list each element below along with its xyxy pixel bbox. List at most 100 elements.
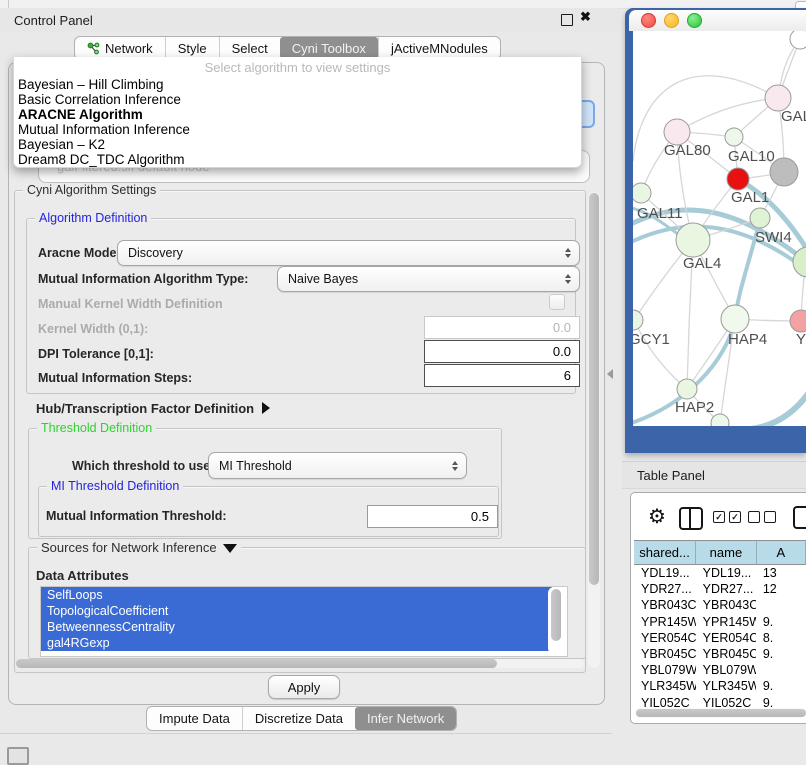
tab-network[interactable]: Network <box>75 37 165 59</box>
network-node[interactable] <box>750 208 770 228</box>
network-node-label: GAL <box>781 108 806 125</box>
control-panel-titlebar: Control Panel <box>0 8 620 32</box>
table-cell: 13 <box>756 565 806 581</box>
network-node[interactable] <box>633 310 643 330</box>
bottom-tabstrip: Impute DataDiscretize DataInfer Network <box>146 706 457 731</box>
sources-group-title[interactable]: Sources for Network Inference <box>37 540 241 555</box>
table-cell: 9. <box>756 678 806 694</box>
manual-kernel-checkbox[interactable] <box>549 294 565 310</box>
network-node[interactable] <box>790 31 806 49</box>
data-attribute-item[interactable]: TopologicalCoefficient <box>41 603 552 619</box>
mi-threshold-field[interactable]: 0.5 <box>367 505 498 528</box>
algorithm-dropdown: Select algorithm to view settings Bayesi… <box>13 57 582 168</box>
select-all-checkbox-icon[interactable]: ✓ <box>713 511 725 523</box>
mi-algorithm-combo[interactable]: Naive Bayes <box>277 266 580 292</box>
table-row[interactable]: YER054CYER054C8. <box>634 630 806 646</box>
dpi-tolerance-field[interactable]: 0.0 <box>424 340 580 363</box>
table-cell: 8. <box>756 630 806 646</box>
apply-button[interactable]: Apply <box>268 675 340 699</box>
aracne-mode-combo[interactable]: Discovery <box>117 240 580 266</box>
table-row[interactable]: YBR045CYBR045C9. <box>634 646 806 662</box>
network-node[interactable] <box>721 305 749 333</box>
mi-algorithm-value: Naive Bayes <box>288 272 358 286</box>
column-header[interactable]: A <box>757 540 806 565</box>
table-cell: YBR043C <box>696 597 756 613</box>
data-attribute-item[interactable]: gal4RGexp <box>41 635 552 651</box>
deselect-all-checkbox-icon[interactable] <box>764 511 776 523</box>
network-canvas[interactable]: GALGAL80GAL10GAL1GAL11SWI4GAL4GCY1HAP4YH… <box>633 31 806 426</box>
network-node[interactable] <box>725 128 743 146</box>
network-window-titlebar[interactable] <box>629 10 806 31</box>
minimize-traffic-light-icon[interactable] <box>664 13 679 28</box>
data-attribute-item[interactable]: SelfLoops <box>41 587 552 603</box>
column-header[interactable]: name <box>696 540 757 565</box>
network-node[interactable] <box>633 183 651 203</box>
hub-definition-toggle[interactable]: Hub/Transcription Factor Definition <box>36 401 270 416</box>
network-node[interactable] <box>676 223 710 257</box>
tab-jactivemnodules[interactable]: jActiveMNodules <box>378 37 500 59</box>
algorithm-option[interactable]: Bayesian – K2 <box>14 137 581 152</box>
settings-vscrollbar-thumb[interactable] <box>589 193 599 585</box>
table-cell: YBR045C <box>634 646 696 662</box>
table-row[interactable]: YPR145WYPR145W9. <box>634 614 806 630</box>
select-all-checkbox-icon[interactable]: ✓ <box>729 511 741 523</box>
table-cell: YDL19... <box>696 565 756 581</box>
bottom-tab-impute-data[interactable]: Impute Data <box>147 707 242 730</box>
deselect-all-checkbox-icon[interactable] <box>748 511 760 523</box>
network-edge <box>677 98 778 132</box>
tab-select[interactable]: Select <box>219 37 280 59</box>
network-node-label: HAP4 <box>728 331 767 348</box>
table-header-row: shared...nameA <box>634 540 806 565</box>
sources-group-label: Sources for Network Inference <box>41 540 217 555</box>
which-threshold-combo[interactable]: MI Threshold <box>208 452 467 479</box>
table-row[interactable]: YIL052CYIL052C9. <box>634 695 806 709</box>
float-panel-icon[interactable] <box>561 14 573 26</box>
kernel-width-field[interactable]: 0.0 <box>424 316 580 339</box>
panel-divider-handle[interactable] <box>607 369 613 379</box>
grip-icon[interactable] <box>7 747 29 765</box>
table-row[interactable]: YBL079WYBL079W <box>634 662 806 678</box>
algorithm-option[interactable]: ARACNE Algorithm <box>14 107 581 122</box>
table-row[interactable]: YLR345WYLR345W9. <box>634 678 806 694</box>
table-row[interactable]: YDL19...YDL19...13 <box>634 565 806 581</box>
tab-style[interactable]: Style <box>165 37 219 59</box>
table-cell: YDR27... <box>696 581 756 597</box>
network-node[interactable] <box>790 310 806 332</box>
mi-steps-label: Mutual Information Steps: <box>38 371 192 385</box>
algorithm-option[interactable]: Mutual Information Inference <box>14 122 581 137</box>
column-header[interactable]: shared... <box>634 540 696 565</box>
bottom-tab-discretize-data[interactable]: Discretize Data <box>242 707 355 730</box>
table-hscrollbar-thumb[interactable] <box>636 709 806 717</box>
zoom-traffic-light-icon[interactable] <box>687 13 702 28</box>
expanded-arrow-icon <box>223 544 237 553</box>
close-icon[interactable]: ✖ <box>580 9 591 25</box>
table-cell: YLR345W <box>634 678 696 694</box>
network-node[interactable] <box>727 168 749 190</box>
gear-icon[interactable]: ⚙ <box>648 504 666 529</box>
settings-hscrollbar-thumb[interactable] <box>16 659 497 668</box>
mi-threshold-label: Mutual Information Threshold: <box>46 509 227 523</box>
combo-spinner-icon <box>565 274 571 284</box>
algorithm-dropdown-list: Bayesian – Hill ClimbingBasic Correlatio… <box>14 77 581 167</box>
collapsed-arrow-icon <box>262 402 270 414</box>
table-row[interactable]: YBR043CYBR043C <box>634 597 806 613</box>
table-function-icon[interactable] <box>793 506 806 529</box>
algorithm-option[interactable]: Bayesian – Hill Climbing <box>14 77 581 92</box>
table-cell: YIL052C <box>634 695 696 709</box>
network-node[interactable] <box>677 379 697 399</box>
tab-label: Cyni Toolbox <box>292 41 366 56</box>
bottom-tab-infer-network[interactable]: Infer Network <box>355 707 456 730</box>
algorithm-option[interactable]: Basic Correlation Inference <box>14 92 581 107</box>
apply-button-label: Apply <box>288 680 321 695</box>
attr-list-vscrollbar-thumb[interactable] <box>551 589 561 641</box>
table-cell <box>756 597 806 613</box>
table-row[interactable]: YDR27...YDR27...12 <box>634 581 806 597</box>
algorithm-option[interactable]: Dream8 DC_TDC Algorithm <box>14 152 581 167</box>
mi-steps-field[interactable]: 6 <box>424 364 580 387</box>
tab-cyni-toolbox[interactable]: Cyni Toolbox <box>280 37 378 59</box>
data-attribute-item[interactable]: BetweennessCentrality <box>41 619 552 635</box>
table-cell: 9. <box>756 614 806 630</box>
threshold-definition-title: Threshold Definition <box>37 421 156 435</box>
split-view-icon[interactable] <box>679 507 703 530</box>
close-traffic-light-icon[interactable] <box>641 13 656 28</box>
